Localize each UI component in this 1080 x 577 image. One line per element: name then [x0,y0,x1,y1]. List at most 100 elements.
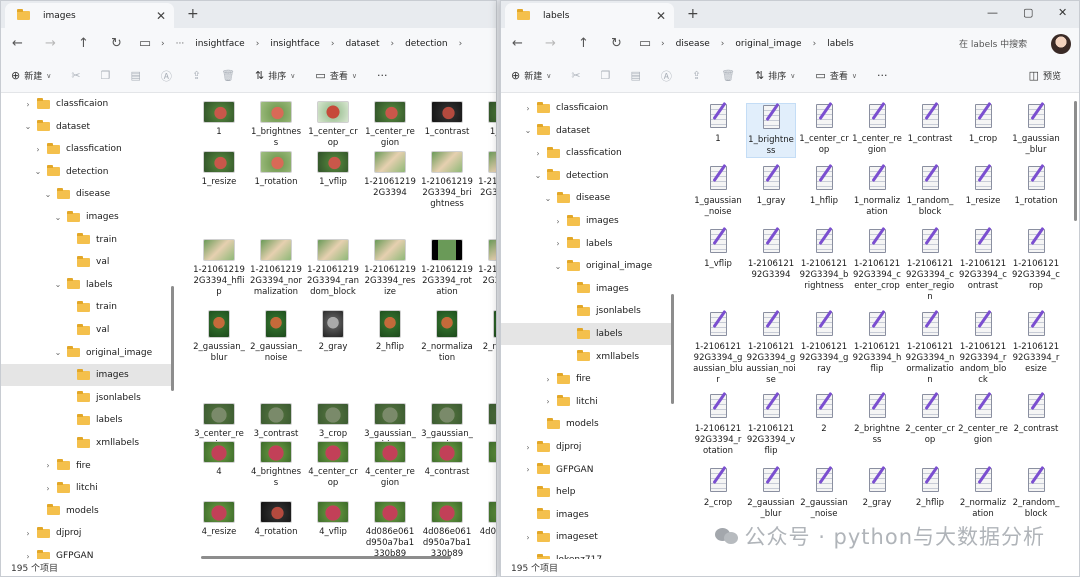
back-icon[interactable]: ← [501,36,534,51]
view-button[interactable]: ▭ 查看 ∨ [815,69,857,82]
label-file-item[interactable]: 2_brightness [852,391,902,446]
label-file-item[interactable]: 1_gaussian_blur [1011,101,1061,156]
chevron-down-icon[interactable]: ⌄ [53,213,63,222]
label-file-item[interactable]: 1-210612192G3394_random_block [958,309,1008,386]
file-item[interactable]: 3_ [478,403,496,440]
chevron-right-icon[interactable]: › [43,461,53,470]
tree-item[interactable]: models [1,500,173,522]
file-item[interactable]: 1-210612192G3394_normalization [250,239,302,298]
file-item[interactable]: 1-210612192G3394_center [478,151,496,210]
maximize-icon[interactable]: ▢ [1023,6,1033,19]
file-item[interactable]: 1_center_region [364,101,416,149]
tree-item[interactable]: › litchi [1,477,173,499]
file-item[interactable]: 2_hflip [364,310,416,353]
tree-item[interactable]: jsonlabels [501,300,674,322]
file-item[interactable]: 4d086e061d950a7ba1330b89 [364,501,416,559]
tree-item[interactable]: › images [501,210,674,232]
file-item[interactable]: 1-210612192G3394_v [478,239,496,287]
label-file-item[interactable]: 2_crop [693,465,743,509]
tree-item[interactable]: images [501,278,674,300]
file-item[interactable]: 2_normalization [421,310,473,364]
chevron-right-icon[interactable]: › [543,397,553,406]
file-item[interactable]: 2_gaussian_noise [250,310,302,364]
chevron-down-icon[interactable]: ⌄ [523,126,533,135]
content-scrollbar[interactable] [1074,101,1077,221]
refresh-icon[interactable]: ↻ [100,36,133,51]
file-item[interactable]: 1-210612192G3394_rotation [421,239,473,298]
forward-icon[interactable]: → [534,36,567,51]
label-file-item[interactable]: 1_contrast [905,101,955,145]
chevron-right-icon[interactable]: › [523,465,533,474]
copy-button[interactable]: ❐ [601,69,611,82]
more-breadcrumb-icon[interactable]: ··· [176,39,185,49]
search-input[interactable]: 在 labels 中搜索 [959,37,1045,50]
label-file-item[interactable]: 1_crop [958,101,1008,145]
label-file-item[interactable]: 1-210612192G3394_gaussian_noise [746,309,796,386]
breadcrumb-item[interactable]: original_image [735,39,801,49]
label-file-item[interactable]: 1-210612192G3394_gray [799,309,849,375]
label-file-item[interactable]: 1-210612192G3394_brightness [799,226,849,292]
label-file-item[interactable]: 1_center_region [852,101,902,156]
tree-item[interactable]: labels [501,323,674,345]
file-item[interactable]: 4d01d9a13 [478,501,496,538]
file-item[interactable]: 3_crop [307,403,359,440]
label-file-item[interactable]: 2_normalization [958,465,1008,520]
new-tab-icon[interactable]: + [187,6,199,22]
rename-button[interactable]: Ⓐ [661,68,672,84]
label-file-item[interactable]: 1_center_crop [799,101,849,156]
tree-item[interactable]: › litchi [501,391,674,413]
close-tab-icon[interactable]: ✕ [656,9,666,23]
tree-item[interactable]: ⌄ labels [1,274,173,296]
tree-item[interactable]: › fire [1,455,173,477]
file-item[interactable]: 1_center_crop [307,101,359,149]
label-file-item[interactable]: 1-210612192G3394 [746,226,796,281]
tree-item[interactable]: ⌄ dataset [1,116,173,138]
label-file-item[interactable]: 2_gray [852,465,902,509]
tree-item[interactable]: xmllabels [501,346,674,368]
label-file-item[interactable]: 2_center_region [958,391,1008,446]
chevron-down-icon[interactable]: ⌄ [33,167,43,176]
label-file-item[interactable]: 2_hflip [905,465,955,509]
back-icon[interactable]: ← [1,36,34,51]
new-button[interactable]: ⊕ 新建 ∨ [11,69,51,82]
file-item[interactable]: 4_center_region [364,441,416,489]
tree-item[interactable]: images [501,504,674,526]
tree-item[interactable]: › classfication [1,138,173,160]
file-item[interactable]: 4_rotation [250,501,302,538]
new-tab-icon[interactable]: + [687,6,699,22]
label-file-item[interactable]: 1_gray [746,163,796,207]
rename-button[interactable]: Ⓐ [161,68,172,84]
tree-item[interactable]: › classfication [501,142,674,164]
tree-item[interactable]: › classficaion [1,93,173,115]
tree-item[interactable]: val [1,251,173,273]
close-window-icon[interactable]: ✕ [1058,6,1067,19]
tree-item[interactable]: images [1,364,173,387]
refresh-icon[interactable]: ↻ [600,36,633,51]
up-icon[interactable]: ↑ [67,36,100,51]
delete-button[interactable]: 🗑 [721,69,735,82]
file-item[interactable]: 4_center_crop [307,441,359,489]
label-file-item[interactable]: 2_contrast [1011,391,1061,435]
chevron-down-icon[interactable]: ⌄ [53,280,63,289]
sort-button[interactable]: ⇅ 排序 ∨ [255,69,295,82]
cut-button[interactable]: ✂ [571,69,580,82]
label-file-item[interactable]: 2 [799,391,849,435]
chevron-right-icon[interactable]: › [523,104,533,113]
cut-button[interactable]: ✂ [71,69,80,82]
chevron-right-icon[interactable]: › [533,149,543,158]
breadcrumb-item[interactable]: labels [827,39,853,49]
tree-item[interactable]: help [501,481,674,503]
file-item[interactable]: 1_contrast [421,101,473,138]
nav-scrollbar[interactable] [671,294,674,404]
computer-icon[interactable]: ▭ [633,36,657,51]
chevron-down-icon[interactable]: ⌄ [43,190,53,199]
file-item[interactable]: 1-210612192G3394_resize [364,239,416,298]
label-file-item[interactable]: 1_vflip [693,226,743,270]
tree-item[interactable]: › imageset [501,526,674,548]
chevron-right-icon[interactable]: › [543,375,553,384]
tree-item[interactable]: jsonlabels [1,387,173,409]
breadcrumb-item[interactable]: detection [405,39,448,49]
label-file-item[interactable]: 1_resize [958,163,1008,207]
chevron-down-icon[interactable]: ⌄ [543,194,553,203]
label-file-item[interactable]: 1-210612192G3394_resize [1011,309,1061,375]
